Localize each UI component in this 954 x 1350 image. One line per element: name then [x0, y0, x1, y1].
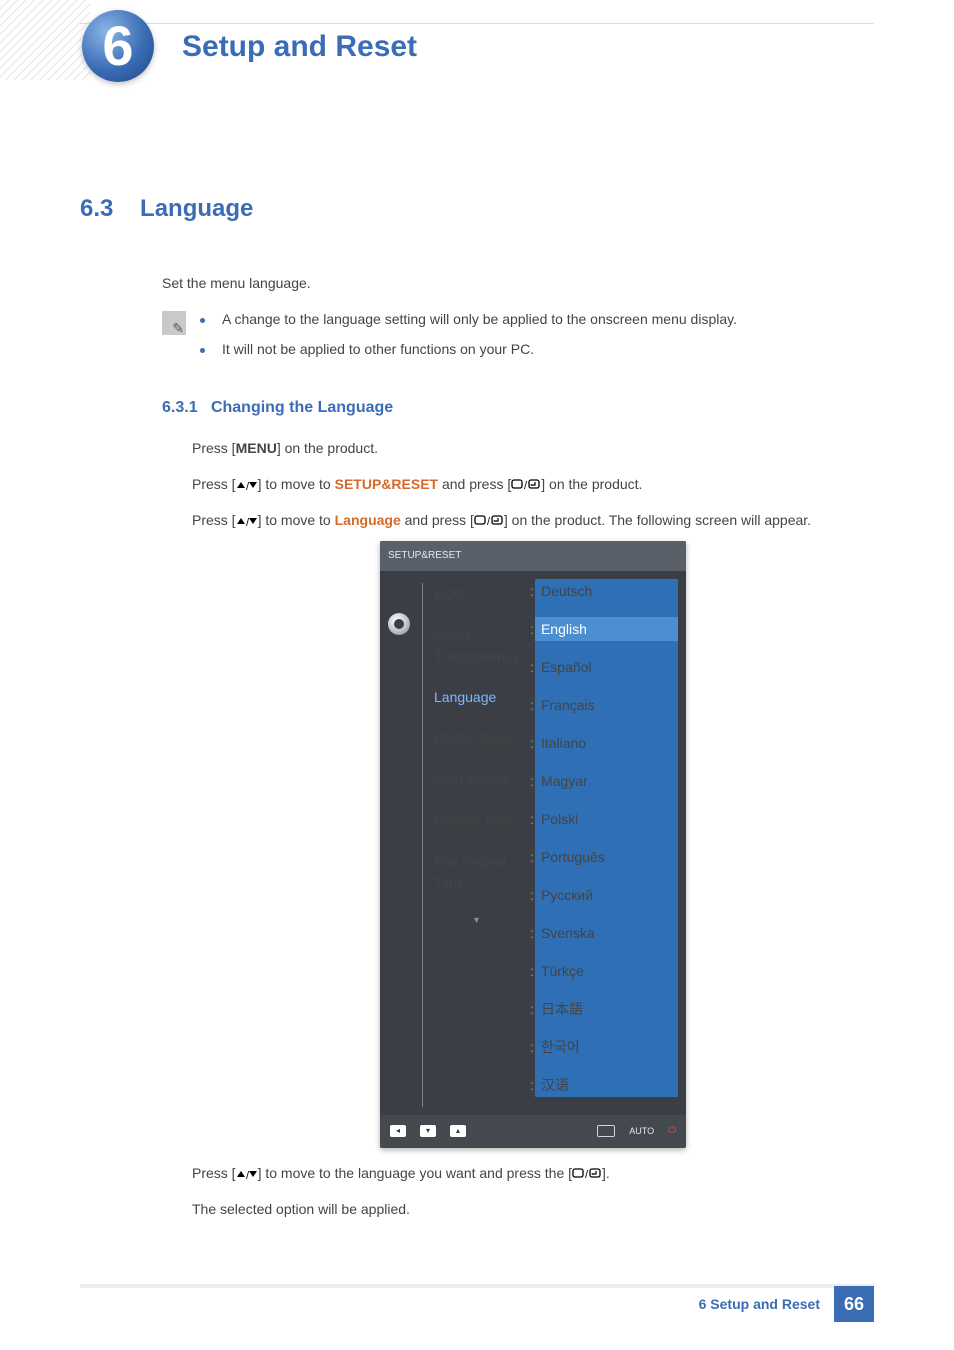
osd-language-item: Deutsch	[535, 579, 678, 603]
steps-list: Press [MENU] on the product. Press [/] t…	[192, 437, 874, 1220]
osd-menu-item: Auto Source	[434, 765, 535, 792]
svg-text:/: /	[246, 481, 250, 492]
svg-text:/: /	[487, 516, 491, 528]
osd-language-item: Italiano	[535, 731, 678, 755]
text: ] to move to	[258, 512, 335, 528]
osd-language-item: Türkçe	[535, 959, 678, 983]
svg-text:/: /	[524, 480, 528, 492]
header-rule	[80, 23, 874, 24]
footer-page-number: 66	[834, 1286, 874, 1322]
svg-text:/: /	[246, 1170, 250, 1181]
osd-screenshot: SETUP&RESET ECO Menu Transparency Langua…	[380, 541, 874, 1148]
text: ] on the product.	[541, 476, 642, 492]
target-setup-reset: SETUP&RESET	[335, 476, 438, 492]
osd-side-track	[418, 579, 428, 1111]
note-item: A change to the language setting will on…	[200, 311, 737, 327]
osd-down-button-icon: ▾	[420, 1125, 436, 1137]
osd-language-item: 日本語	[535, 997, 678, 1021]
osd-language-item: Svenska	[535, 921, 678, 945]
up-down-arrows-icon: /	[236, 1165, 258, 1181]
osd-language-item: 汉语	[535, 1073, 678, 1097]
footer-chapter-label: 6 Setup and Reset	[699, 1296, 820, 1312]
svg-text:/: /	[246, 517, 250, 528]
osd-menu-item: Key Repeat Time	[434, 847, 535, 896]
osd-bottom-bar: ◂ ▾ ▴ AUTO ⏻	[380, 1115, 686, 1148]
enter-source-icon: /	[474, 512, 504, 528]
text: Press [	[192, 476, 236, 492]
menu-label: MENU	[236, 440, 277, 456]
subsection-title: Changing the Language	[211, 399, 393, 416]
power-icon: ⏻	[668, 1120, 676, 1142]
note-item: It will not be applied to other function…	[200, 341, 737, 357]
text: ] on the product.	[277, 440, 378, 456]
osd-language-item-selected: English	[535, 617, 678, 641]
page-footer: 6 Setup and Reset 66	[80, 1284, 874, 1320]
osd-menu-item: Menu Transparency	[434, 620, 535, 669]
chapter-number-badge: 6	[82, 10, 154, 82]
osd-auto-label: AUTO	[629, 1120, 654, 1142]
text: ].	[602, 1165, 610, 1181]
text: Press [	[192, 1165, 236, 1181]
osd-language-item: Magyar	[535, 769, 678, 793]
svg-text:/: /	[585, 1169, 589, 1181]
up-down-arrows-icon: /	[236, 476, 258, 492]
chevron-down-icon: ▾	[434, 910, 535, 932]
step-5: The selected option will be applied.	[192, 1198, 874, 1220]
text: and press [	[401, 512, 474, 528]
osd-left-button-icon: ◂	[390, 1125, 406, 1137]
up-down-arrows-icon: /	[236, 512, 258, 528]
chapter-title: Setup and Reset	[182, 30, 417, 64]
enter-source-icon: /	[572, 1165, 602, 1181]
subsection-heading: 6.3.1 Changing the Language	[162, 399, 874, 417]
osd-language-item: Français	[535, 693, 678, 717]
text: ] to move to	[258, 476, 335, 492]
osd-menu-item: Display Time	[434, 806, 535, 833]
osd-language-item: Polski	[535, 807, 678, 831]
step-4: Press [ / ] to move to the language you wa…	[192, 1162, 874, 1184]
target-language: Language	[335, 512, 401, 528]
gear-icon	[388, 613, 410, 635]
section-number: 6.3	[80, 195, 113, 222]
text: Press [	[192, 512, 236, 528]
section-heading: 6.3 Language	[80, 195, 874, 223]
enter-source-icon: /	[511, 476, 541, 492]
section-title: Language	[140, 195, 253, 222]
text: and press [	[438, 476, 511, 492]
osd-title: SETUP&RESET	[380, 541, 686, 571]
text: ] to move to the language you want and p…	[258, 1165, 572, 1181]
osd-menu-list: ECO Menu Transparency Language PC/AV Mod…	[434, 579, 535, 896]
intro-text: Set the menu language.	[162, 273, 874, 293]
step-1: Press [MENU] on the product.	[192, 437, 874, 459]
text: Press [	[192, 440, 236, 456]
osd-language-item: Português	[535, 845, 678, 869]
osd-menu-item-active: Language	[434, 683, 535, 710]
subsection-number: 6.3.1	[162, 399, 198, 416]
osd-up-button-icon: ▴	[450, 1125, 466, 1137]
corner-pattern	[0, 0, 90, 80]
step-2: Press [ / ] to move to SETUP&RESET and pre…	[192, 473, 874, 495]
note-block: A change to the language setting will on…	[162, 311, 874, 371]
osd-menu-item: PC/AV Mode	[434, 724, 535, 751]
osd-language-list: Deutsch English Español Français Italian…	[535, 579, 678, 1097]
note-icon	[162, 311, 186, 335]
step-3: Press [ / ] to move to Language and press …	[192, 509, 874, 1148]
osd-enter-icon	[597, 1125, 615, 1137]
osd-language-item: 한국어	[535, 1035, 678, 1059]
note-list: A change to the language setting will on…	[200, 311, 737, 371]
osd-menu-item: ECO	[434, 579, 535, 606]
text: ] on the product. The following screen w…	[504, 512, 811, 528]
osd-language-item: Español	[535, 655, 678, 679]
osd-language-item: Русский	[535, 883, 678, 907]
